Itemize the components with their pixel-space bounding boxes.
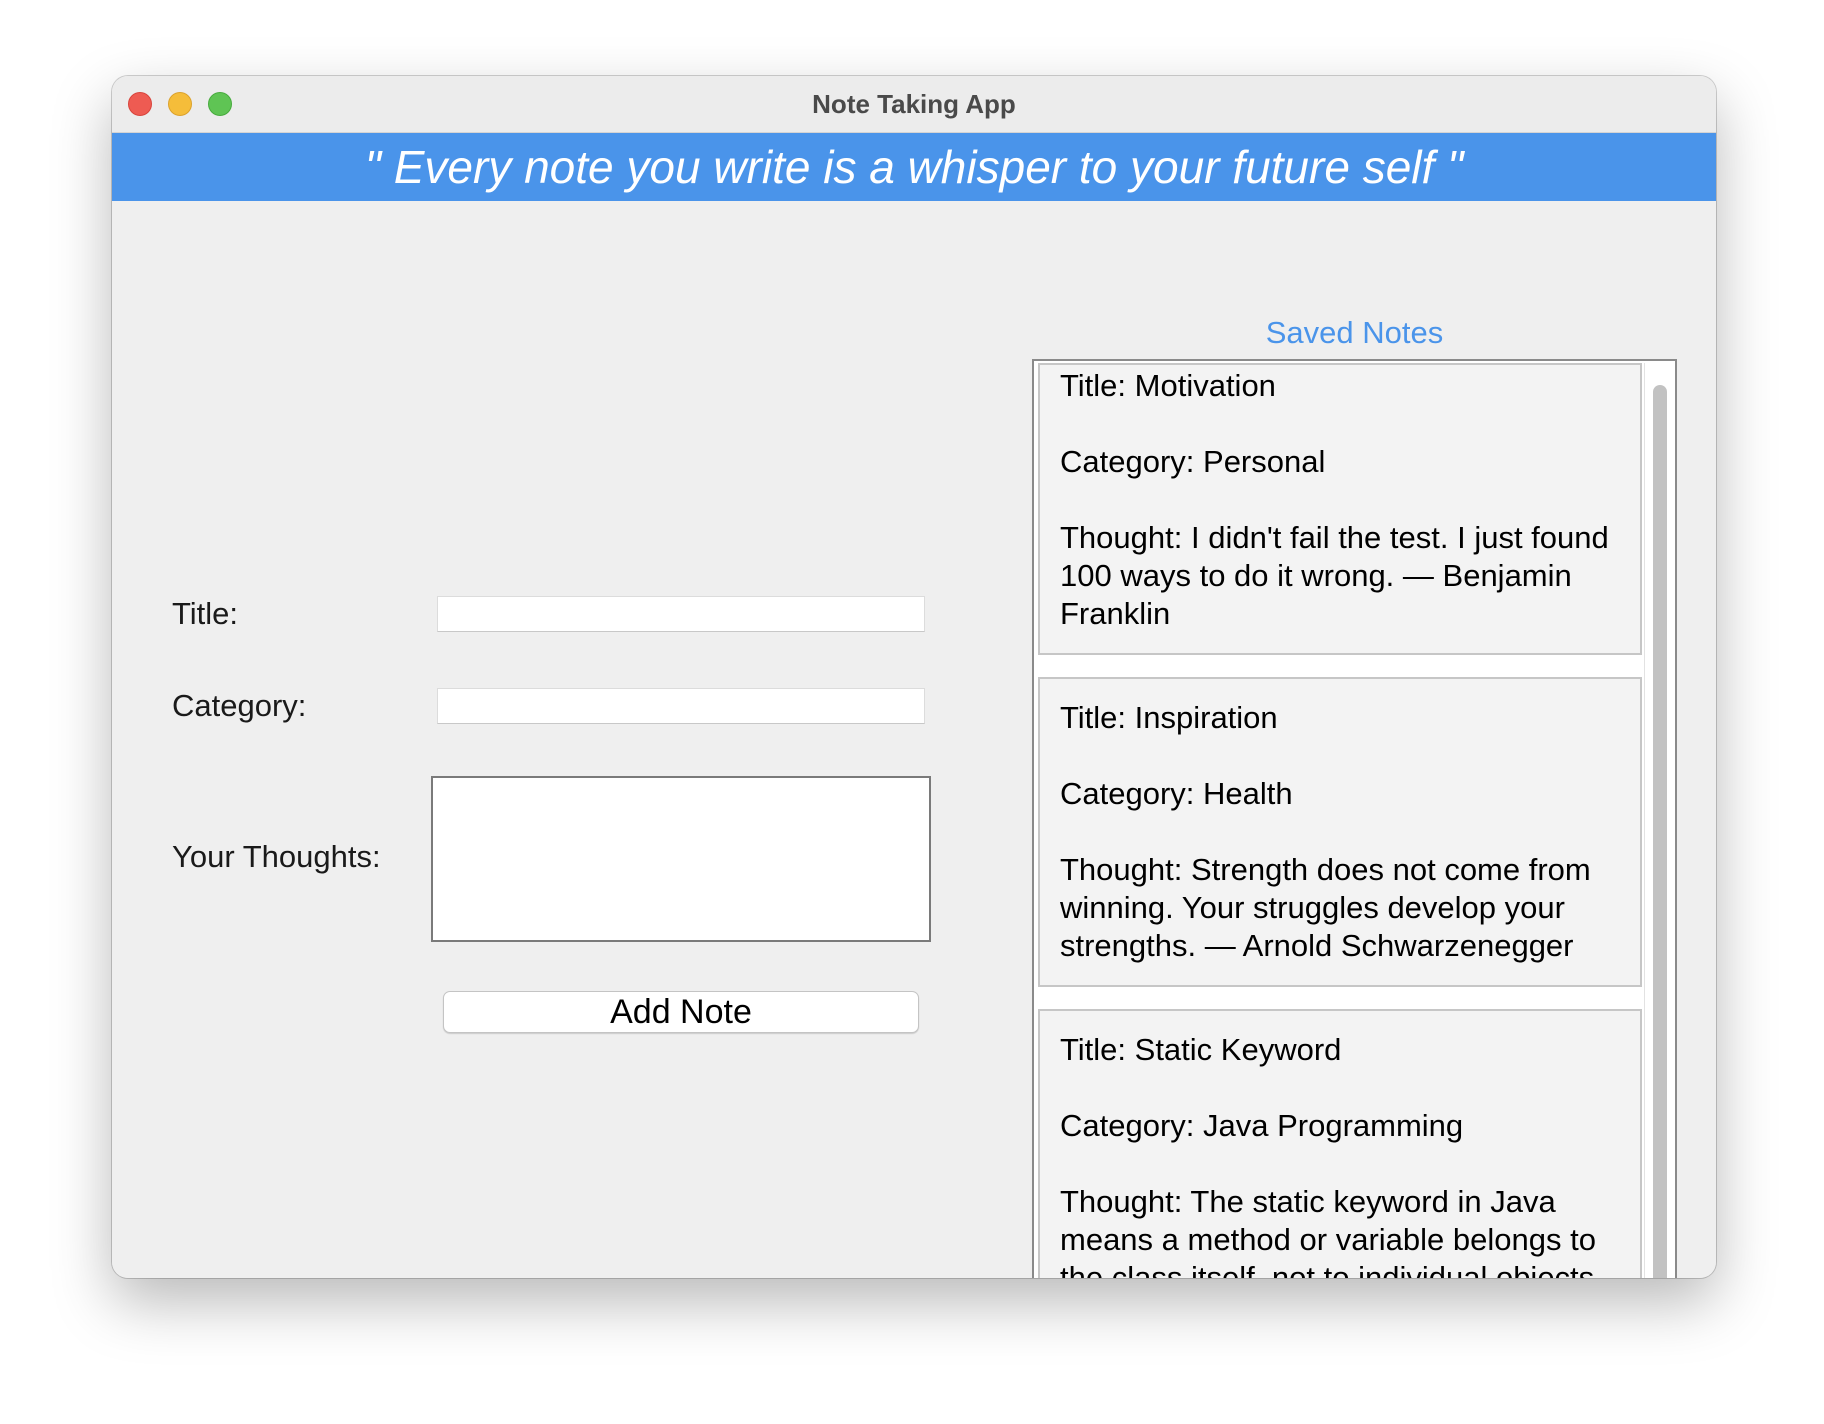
window-title: Note Taking App — [812, 89, 1016, 119]
add-note-button[interactable]: Add Note — [443, 991, 919, 1033]
note-thought: Thought: The static keyword in Java mean… — [1060, 1184, 1603, 1278]
note-title: Title: Static Keyword — [1060, 1032, 1342, 1067]
note-thought: Thought: Strength does not come from win… — [1060, 852, 1591, 963]
vertical-scrollbar[interactable] — [1644, 363, 1673, 1278]
note-thought: Thought: I didn't fail the test. I just … — [1060, 520, 1609, 631]
category-input[interactable] — [437, 688, 925, 724]
note-category: Category: Java Programming — [1060, 1108, 1464, 1143]
saved-notes-heading: Saved Notes — [1265, 315, 1444, 350]
title-bar: Note Taking App — [112, 76, 1716, 133]
title-input[interactable] — [437, 596, 925, 632]
note-form-panel: Title: Category: Your Thoughts: Add Note — [112, 201, 990, 1278]
thoughts-textarea[interactable] — [431, 776, 931, 942]
note-category: Category: Personal — [1060, 444, 1326, 479]
saved-notes-list[interactable]: Title: Motivation Category: Personal Tho… — [1032, 359, 1677, 1278]
scrollbar-thumb[interactable] — [1653, 385, 1667, 1278]
note-card[interactable]: Title: Static Keyword Category: Java Pro… — [1038, 1009, 1642, 1278]
quote-banner: " Every note you write is a whisper to y… — [112, 133, 1716, 201]
note-title: Title: Motivation — [1060, 368, 1276, 403]
app-window: Note Taking App " Every note you write i… — [112, 76, 1716, 1278]
title-label: Title: — [172, 596, 239, 631]
note-card[interactable]: Title: Motivation Category: Personal Tho… — [1038, 363, 1642, 655]
thoughts-label: Your Thoughts: — [172, 839, 381, 874]
note-card[interactable]: Title: Inspiration Category: Health Thou… — [1038, 677, 1642, 987]
category-label: Category: — [172, 688, 307, 723]
note-category: Category: Health — [1060, 776, 1293, 811]
note-title: Title: Inspiration — [1060, 700, 1278, 735]
saved-notes-panel: Saved Notes Title: Motivation Category: … — [990, 201, 1716, 1278]
